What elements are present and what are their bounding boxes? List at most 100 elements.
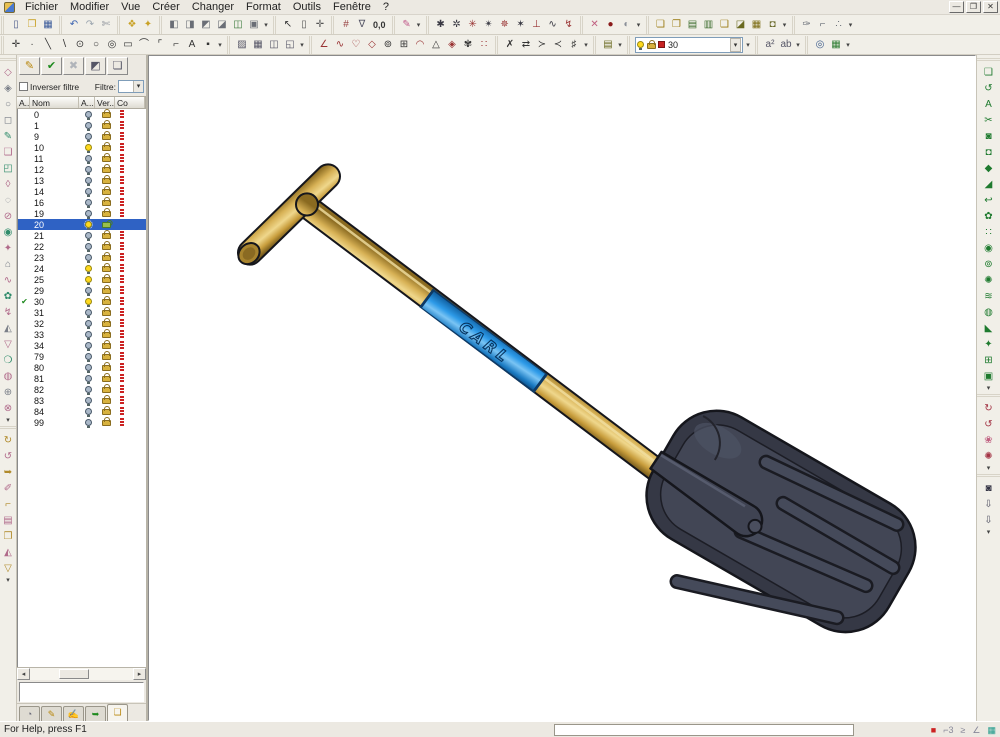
- revolve-icon[interactable]: ↺: [980, 80, 997, 96]
- layer-visibility-cell[interactable]: [80, 374, 96, 384]
- layer-lock-cell[interactable]: [96, 384, 116, 395]
- family-table-icon[interactable]: ❐: [669, 17, 685, 32]
- minimize-button[interactable]: —: [949, 1, 964, 13]
- layer-color-cell[interactable]: [116, 198, 146, 207]
- view-wireframe-icon[interactable]: ◧: [166, 17, 182, 32]
- layer-color-cell[interactable]: [116, 286, 146, 295]
- layer-row-25[interactable]: 25: [18, 274, 146, 285]
- layer-color-cell[interactable]: [116, 132, 146, 141]
- layer-visibility-cell[interactable]: [80, 110, 96, 120]
- layer-lock-cell[interactable]: [96, 296, 116, 307]
- edit-attributes-icon[interactable]: ▤: [600, 37, 616, 52]
- rotate-cw-icon[interactable]: ↻: [1, 432, 16, 448]
- bolt-curve-icon[interactable]: ↯: [1, 304, 16, 320]
- contour-icon[interactable]: ♡: [348, 37, 364, 52]
- attribute-superscript-icon[interactable]: a²: [762, 37, 778, 52]
- shell-icon[interactable]: ◍: [980, 304, 997, 320]
- column-header-nom[interactable]: Nom: [30, 97, 79, 108]
- layer-lock-cell[interactable]: [96, 417, 116, 428]
- flower-op-icon[interactable]: ❀: [980, 432, 997, 448]
- layer-color-cell[interactable]: [116, 121, 146, 130]
- measure-icon[interactable]: ✱: [433, 17, 449, 32]
- menu-modifier[interactable]: Modifier: [64, 1, 115, 13]
- circle-reference-icon[interactable]: ⊚: [380, 37, 396, 52]
- stock-icon[interactable]: ▣: [980, 368, 997, 384]
- toolbar-overflow-button[interactable]: ▾: [582, 41, 590, 49]
- flag-icon[interactable]: ⌐: [815, 17, 831, 32]
- dimension-icon[interactable]: ✲: [449, 17, 465, 32]
- menu-fichier[interactable]: Fichier: [19, 1, 64, 13]
- anchor-down-alt-icon[interactable]: ⇩: [980, 512, 997, 528]
- spreadsheet-icon[interactable]: ▦: [828, 37, 844, 52]
- layer-row-10[interactable]: 10: [18, 142, 146, 153]
- layer-lock-cell[interactable]: [96, 362, 116, 373]
- pick-box-button[interactable]: ❏: [107, 57, 128, 75]
- invert-filter-checkbox[interactable]: [19, 82, 28, 91]
- loft-icon[interactable]: ◆: [980, 160, 997, 176]
- tab-operations[interactable]: ➥: [85, 706, 106, 721]
- menu-fentre[interactable]: Fenêtre: [327, 1, 377, 13]
- column-header-col0[interactable]: A...: [17, 97, 30, 108]
- delete-attribute-icon[interactable]: ✕: [587, 17, 603, 32]
- tab-layers[interactable]: ❏: [107, 704, 128, 721]
- layer-color-cell[interactable]: [116, 385, 146, 394]
- export-icon[interactable]: ◘: [765, 17, 781, 32]
- box-3d-icon[interactable]: ◻: [1, 112, 16, 128]
- curve-project-icon[interactable]: ◌: [1, 192, 16, 208]
- check-geometry-icon[interactable]: ✶: [513, 17, 529, 32]
- layer-lock-cell[interactable]: [96, 131, 116, 142]
- layer-color-cell[interactable]: [116, 396, 146, 405]
- view-render-icon[interactable]: ▣: [246, 17, 262, 32]
- redirect-icon[interactable]: ➥: [1, 464, 16, 480]
- layer-visibility-cell[interactable]: [80, 308, 96, 318]
- view-shaded-edges-icon[interactable]: ◪: [214, 17, 230, 32]
- layer-name-input[interactable]: [19, 682, 144, 702]
- column-header-col4[interactable]: Co: [115, 97, 145, 108]
- layer-visibility-cell[interactable]: [80, 242, 96, 252]
- close-button[interactable]: ✕: [983, 1, 998, 13]
- layer-lock-cell[interactable]: [96, 241, 116, 252]
- toolbar-overflow-button[interactable]: ▾: [794, 41, 802, 49]
- layer-color-cell[interactable]: [116, 110, 146, 119]
- layer-lock-cell[interactable]: [96, 406, 116, 417]
- layer-row-32[interactable]: 32: [18, 318, 146, 329]
- layer-visibility-cell[interactable]: [80, 198, 96, 208]
- column-header-col2[interactable]: A...: [79, 97, 95, 108]
- layer-lock-cell[interactable]: [96, 230, 116, 241]
- sheet-icon[interactable]: ◱: [282, 37, 298, 52]
- corner-mark-icon[interactable]: ⌐: [1, 496, 16, 512]
- curve-intersect-icon[interactable]: ⊘: [1, 208, 16, 224]
- layer-lock-cell[interactable]: [96, 351, 116, 362]
- view-shaded-icon[interactable]: ◩: [198, 17, 214, 32]
- layer-visibility-cell[interactable]: [80, 275, 96, 285]
- current-layer-combo[interactable]: 30 ▾: [635, 37, 743, 53]
- scroll-track[interactable]: [30, 668, 133, 680]
- zoom-search-icon[interactable]: ◎: [812, 37, 828, 52]
- burst-op-icon[interactable]: ✺: [980, 448, 997, 464]
- layer-color-cell[interactable]: [116, 143, 146, 152]
- layer-row-11[interactable]: 11: [18, 153, 146, 164]
- scroll-thumb[interactable]: [59, 669, 89, 679]
- layer-visibility-cell[interactable]: [80, 418, 96, 428]
- help-tool-icon[interactable]: ∴: [831, 17, 847, 32]
- menu-crer[interactable]: Créer: [146, 1, 186, 13]
- layer-row-12[interactable]: 12: [18, 164, 146, 175]
- layer-row-82[interactable]: 82: [18, 384, 146, 395]
- layer-lock-cell[interactable]: [96, 175, 116, 186]
- trim-icon[interactable]: ✗: [502, 37, 518, 52]
- layer-lock-cell[interactable]: [96, 197, 116, 208]
- extend-icon[interactable]: ⇄: [518, 37, 534, 52]
- layer-list-hscrollbar[interactable]: ◂ ▸: [17, 667, 146, 680]
- edit-layer-button[interactable]: ✎: [19, 57, 40, 75]
- layer-color-cell[interactable]: [116, 187, 146, 196]
- layer-visibility-cell[interactable]: [80, 209, 96, 219]
- layer-row-34[interactable]: 34: [18, 340, 146, 351]
- toolbar-overflow-button[interactable]: ▾: [985, 528, 993, 536]
- layer-row-24[interactable]: 24: [18, 263, 146, 274]
- layer-row-83[interactable]: 83: [18, 395, 146, 406]
- perpendicular-check-icon[interactable]: ⊥: [529, 17, 545, 32]
- copy-mark-icon[interactable]: ❐: [1, 528, 16, 544]
- surface-patch-icon[interactable]: ◰: [1, 160, 16, 176]
- point-3d-icon[interactable]: ◉: [1, 224, 16, 240]
- constraint-icon[interactable]: ✳: [465, 17, 481, 32]
